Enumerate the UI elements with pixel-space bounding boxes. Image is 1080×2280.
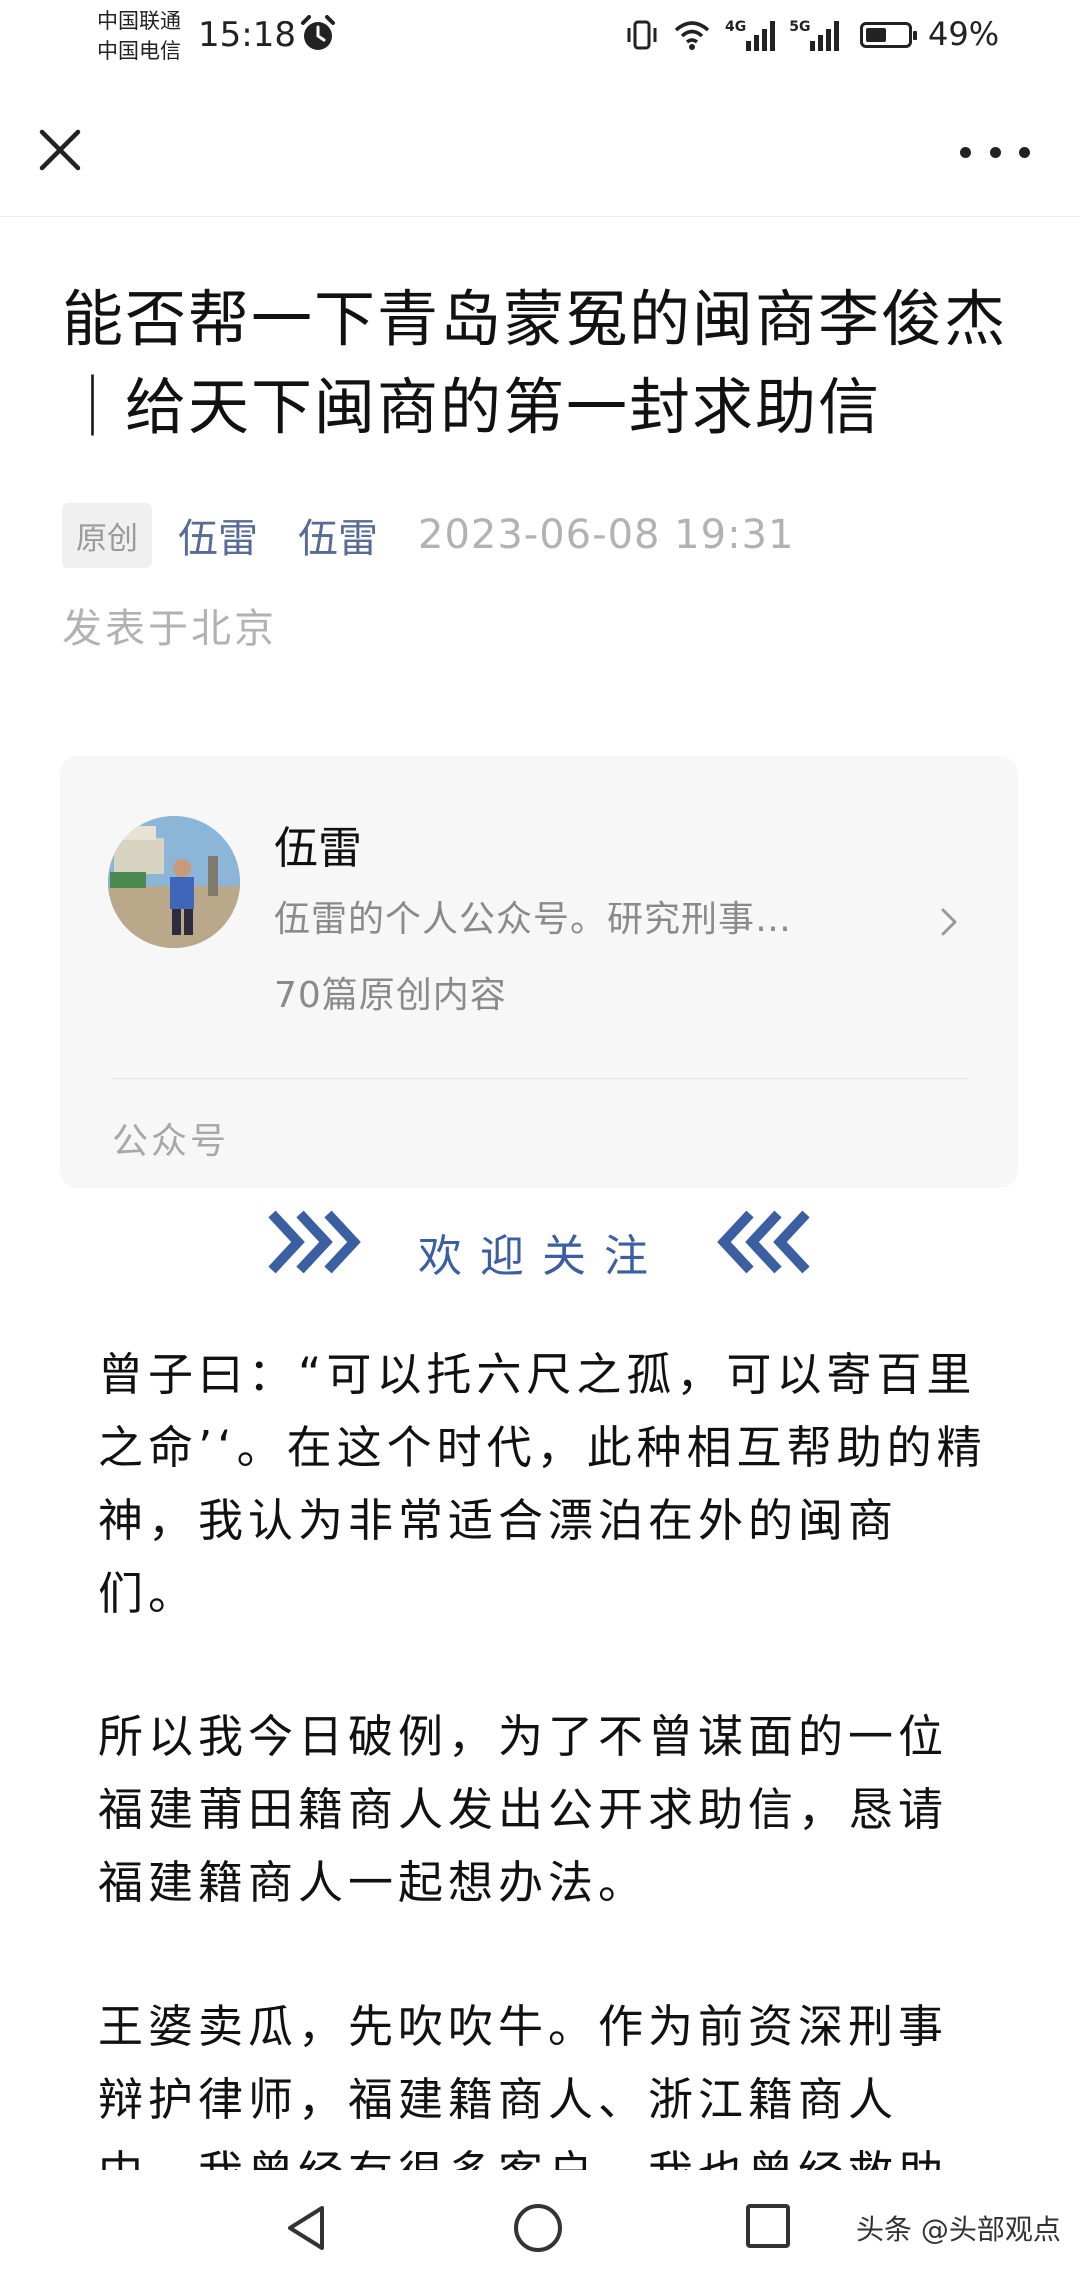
article-count: 70篇原创内容 [274,975,507,1016]
close-icon[interactable] [30,120,90,180]
carrier-2: 中国电信 [97,39,181,63]
article-meta: 原创 伍雷 伍雷 2023-06-08 19:31 [62,502,795,568]
account-description: 伍雷的个人公众号。研究刑事… [274,899,793,940]
battery-percent: 49% [928,15,1000,53]
signal-icon-1: 4G [725,19,776,51]
status-bar: 中国联通 中国电信 15:18 4G 5G 49% [0,0,1080,80]
article-paragraph: 所以我今日破例，为了不曾谋面的一位福建莆田籍商人发出公开求助信，恳请福建籍商人一… [98,1710,949,1909]
follow-text: 欢迎关注 [418,1231,666,1282]
vibrate-icon [627,20,657,50]
wifi-icon [674,21,710,50]
signal-icon-2: 5G [789,19,840,51]
account-name: 伍雷 [274,823,362,874]
card-divider [112,1078,968,1079]
carrier-info: 中国联通 中国电信 [97,6,181,66]
article-paragraph: 王婆卖瓜，先吹吹牛。作为前资深刑事辩护律师，福建籍商人、浙江籍商人中，我曾经有很… [98,2000,949,2172]
back-icon[interactable] [284,2204,328,2252]
network-label-2: 5G [789,19,811,35]
more-icon[interactable] [960,132,1030,172]
publish-time: 2023-06-08 19:31 [418,512,795,558]
top-nav-bar [0,80,1080,217]
status-time: 15:18 [198,15,296,55]
network-label-1: 4G [725,19,747,35]
battery-icon [860,22,917,48]
chevrons-right-icon [268,1210,361,1274]
follow-banner: 欢迎关注 [0,1198,1080,1288]
original-tag: 原创 [62,502,152,568]
publish-location: 发表于北京 [62,606,277,652]
status-icons: 4G 5G [625,15,840,55]
account-link[interactable]: 伍雷 [298,506,378,564]
article-title: 能否帮一下青岛蒙冤的闽商李俊杰｜给天下闽商的第一封求助信 [62,284,1008,443]
account-type-label: 公众号 [112,1121,230,1162]
home-icon[interactable] [514,2204,562,2252]
system-nav-bar: 头条 @头部观点 [0,2170,1080,2280]
recent-apps-icon[interactable] [746,2204,790,2248]
article-paragraph: 曾子曰：“可以托六尺之孤，可以寄百里之命’‘。在这个时代，此种相互帮助的精神，我… [98,1348,987,1620]
author-link[interactable]: 伍雷 [178,506,258,564]
account-card[interactable]: 伍雷 伍雷的个人公众号。研究刑事… 70篇原创内容 公众号 [60,756,1018,1188]
watermark: 头条 @头部观点 [856,2213,1061,2246]
chevron-right-icon [941,908,957,936]
avatar [108,816,240,948]
carrier-1: 中国联通 [97,9,181,33]
alarm-icon [301,15,335,50]
chevrons-left-icon [717,1210,810,1274]
